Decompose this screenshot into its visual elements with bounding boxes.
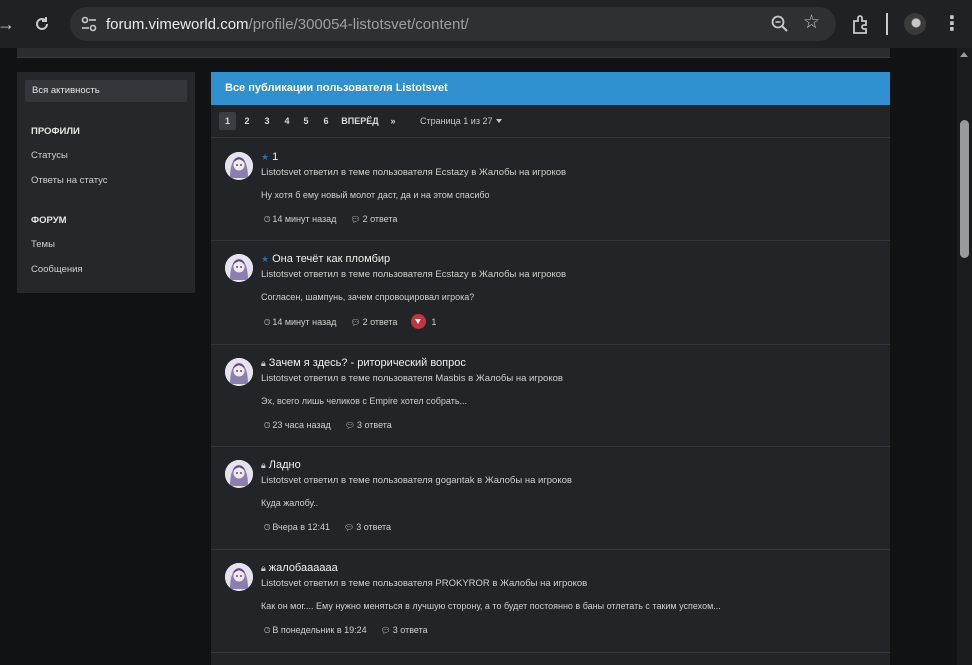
clock-icon: 🕓︎ bbox=[264, 421, 271, 430]
post-context[interactable]: Listotsvet ответил в теме пользователя P… bbox=[261, 578, 587, 589]
post-replies[interactable]: 💬︎ 2 ответа bbox=[350, 214, 397, 224]
zoom-icon[interactable] bbox=[770, 14, 790, 34]
clock-icon: 🕓︎ bbox=[264, 215, 271, 224]
comment-icon: 💬︎ bbox=[350, 215, 361, 224]
post-row: 🔒︎ Зачем я здесь? - риторический вопрос Li… bbox=[211, 345, 890, 447]
page-5[interactable]: 5 bbox=[299, 112, 313, 130]
reaction-icon bbox=[411, 314, 427, 329]
pagination: 1 2 3 4 5 6 ВПЕРЁД » Страница 1 из 27 bbox=[211, 105, 890, 138]
avatar[interactable] bbox=[225, 152, 253, 180]
avatar[interactable] bbox=[225, 563, 253, 591]
post-snippet: Эх, всего лишь челиков с Empire хотел со… bbox=[261, 396, 468, 406]
reaction-count[interactable]: 1 bbox=[411, 314, 436, 329]
post-row: ★ 1 Listotsvet ответил в теме пользователя… bbox=[211, 139, 890, 241]
post-context[interactable]: Listotsvet ответил в теме пользователя g… bbox=[261, 475, 572, 486]
scrollbar-thumb[interactable] bbox=[960, 120, 969, 258]
avatar[interactable] bbox=[225, 358, 253, 386]
clock-icon: 🕓︎ bbox=[264, 318, 271, 327]
post-title-link[interactable]: 🔒︎ жалобаааааа bbox=[261, 562, 338, 574]
post-time[interactable]: 🕓︎ 14 минут назад bbox=[264, 317, 336, 328]
browser-toolbar: → forum.vimeworld.com/profile/300054-lis… bbox=[0, 0, 972, 48]
sidebar-item-all-activity[interactable]: Вся активность bbox=[25, 80, 187, 102]
page-2[interactable]: 2 bbox=[240, 112, 254, 130]
profile-sidebar: Вся активность ПРОФИЛИ Статусы Ответы на… bbox=[17, 72, 195, 293]
post-row: 🔒︎ жалобаааааа Listotsvet ответил в теме п… bbox=[211, 550, 890, 653]
post-replies[interactable]: 💬︎ 3 ответа bbox=[381, 625, 428, 635]
post-meta: 🕓︎ 14 минут назад 💬︎ 2 ответа 1 bbox=[264, 314, 450, 329]
post-context[interactable]: Listotsvet ответил в теме пользователя E… bbox=[261, 167, 566, 178]
sidebar-heading-forum: ФОРУМ bbox=[31, 215, 67, 226]
post-row: 🔒︎ Ладно Listotsvet ответил в теме пользов… bbox=[211, 447, 890, 550]
comment-icon: 💬︎ bbox=[344, 421, 355, 430]
post-title-link[interactable]: ★ Она течёт как пломбир bbox=[261, 253, 390, 265]
post-time[interactable]: 🕓︎ 14 минут назад bbox=[264, 214, 336, 225]
post-time[interactable]: 🕓︎ Вчера в 12:41 bbox=[264, 522, 330, 533]
clock-icon: 🕓︎ bbox=[264, 523, 271, 532]
post-title-link[interactable]: 🔒︎ Ладно bbox=[261, 459, 301, 471]
post-snippet: Согласен, шампунь, зачем спровоцировал и… bbox=[261, 292, 475, 302]
last-page-button[interactable]: » bbox=[386, 112, 400, 130]
comment-icon: 💬︎ bbox=[350, 318, 361, 327]
post-row: ★ Она течёт как пломбир Listotsvet ответил… bbox=[211, 241, 890, 345]
reload-icon[interactable] bbox=[30, 12, 54, 36]
post-meta: 🕓︎ 23 часа назад 💬︎ 3 ответа bbox=[264, 420, 406, 431]
scroll-up-arrow-icon[interactable] bbox=[960, 52, 968, 57]
post-title-link[interactable]: ★ 1 bbox=[261, 151, 278, 163]
content-panel: Все публикации пользователя Listotsvet 1… bbox=[211, 72, 890, 665]
post-snippet: Ну хотя б ему новый молот даст, да и на … bbox=[261, 190, 490, 200]
post-title-link[interactable]: 🔒︎ Зачем я здесь? - риторический вопрос bbox=[261, 357, 466, 369]
post-time[interactable]: 🕓︎ В понедельник в 19:24 bbox=[264, 625, 367, 636]
star-icon: ★ bbox=[261, 254, 270, 264]
sidebar-item-statuses[interactable]: Статусы bbox=[31, 150, 68, 161]
post-meta: 🕓︎ Вчера в 12:41 💬︎ 3 ответа bbox=[264, 522, 405, 533]
profile-avatar[interactable] bbox=[904, 13, 926, 35]
extensions-icon[interactable] bbox=[850, 13, 872, 35]
star-icon: ★ bbox=[261, 152, 270, 162]
forward-icon[interactable]: → bbox=[0, 12, 18, 36]
sidebar-heading-profiles: ПРОФИЛИ bbox=[31, 126, 80, 137]
bookmark-star-icon[interactable]: ☆ bbox=[803, 12, 820, 34]
post-replies[interactable]: 💬︎ 3 ответа bbox=[345, 420, 392, 430]
post-replies[interactable]: 💬︎ 3 ответа bbox=[344, 522, 391, 532]
post-replies[interactable]: 💬︎ 2 ответа bbox=[350, 317, 397, 327]
site-settings-icon[interactable] bbox=[80, 15, 98, 33]
post-meta: 🕓︎ 14 минут назад 💬︎ 2 ответа bbox=[264, 214, 411, 225]
post-context[interactable]: Listotsvet ответил в теме пользователя M… bbox=[261, 373, 563, 384]
page-top-bar bbox=[17, 48, 890, 58]
page-jump-dropdown[interactable]: Страница 1 из 27 bbox=[420, 112, 503, 130]
sidebar-item-status-replies[interactable]: Ответы на статус bbox=[31, 175, 108, 186]
comment-icon: 💬︎ bbox=[344, 523, 355, 532]
post-snippet: Куда жалобу.. bbox=[261, 498, 319, 508]
clock-icon: 🕓︎ bbox=[264, 626, 271, 635]
comment-icon: 💬︎ bbox=[380, 626, 391, 635]
sidebar-item-posts[interactable]: Сообщения bbox=[31, 264, 83, 275]
post-context[interactable]: Listotsvet ответил в теме пользователя E… bbox=[261, 269, 566, 280]
sidebar-item-topics[interactable]: Темы bbox=[31, 239, 55, 250]
url-text: forum.vimeworld.com/profile/300054-listo… bbox=[106, 16, 469, 33]
post-snippet: Как он мог.... Ему нужно меняться в лучш… bbox=[261, 601, 721, 611]
lock-icon: 🔒︎ bbox=[261, 460, 266, 470]
avatar[interactable] bbox=[225, 254, 253, 282]
caret-down-icon bbox=[496, 119, 503, 123]
page-4[interactable]: 4 bbox=[280, 112, 294, 130]
avatar[interactable] bbox=[225, 460, 253, 488]
post-meta: 🕓︎ В понедельник в 19:24 💬︎ 3 ответа bbox=[264, 625, 442, 636]
page-6[interactable]: 6 bbox=[319, 112, 333, 130]
page-3[interactable]: 3 bbox=[260, 112, 274, 130]
toolbar-divider bbox=[886, 13, 888, 35]
lock-icon: 🔒︎ bbox=[261, 358, 266, 368]
address-bar[interactable]: forum.vimeworld.com/profile/300054-listo… bbox=[70, 7, 836, 41]
content-header: Все публикации пользователя Listotsvet bbox=[211, 72, 890, 105]
next-page-button[interactable]: ВПЕРЁД bbox=[341, 112, 379, 130]
page-title: Все публикации пользователя Listotsvet bbox=[225, 82, 448, 94]
lock-icon: 🔒︎ bbox=[261, 563, 266, 573]
post-time[interactable]: 🕓︎ 23 часа назад bbox=[264, 420, 331, 431]
menu-kebab-icon[interactable]: ⋮ bbox=[942, 12, 962, 36]
page-1[interactable]: 1 bbox=[219, 112, 236, 130]
